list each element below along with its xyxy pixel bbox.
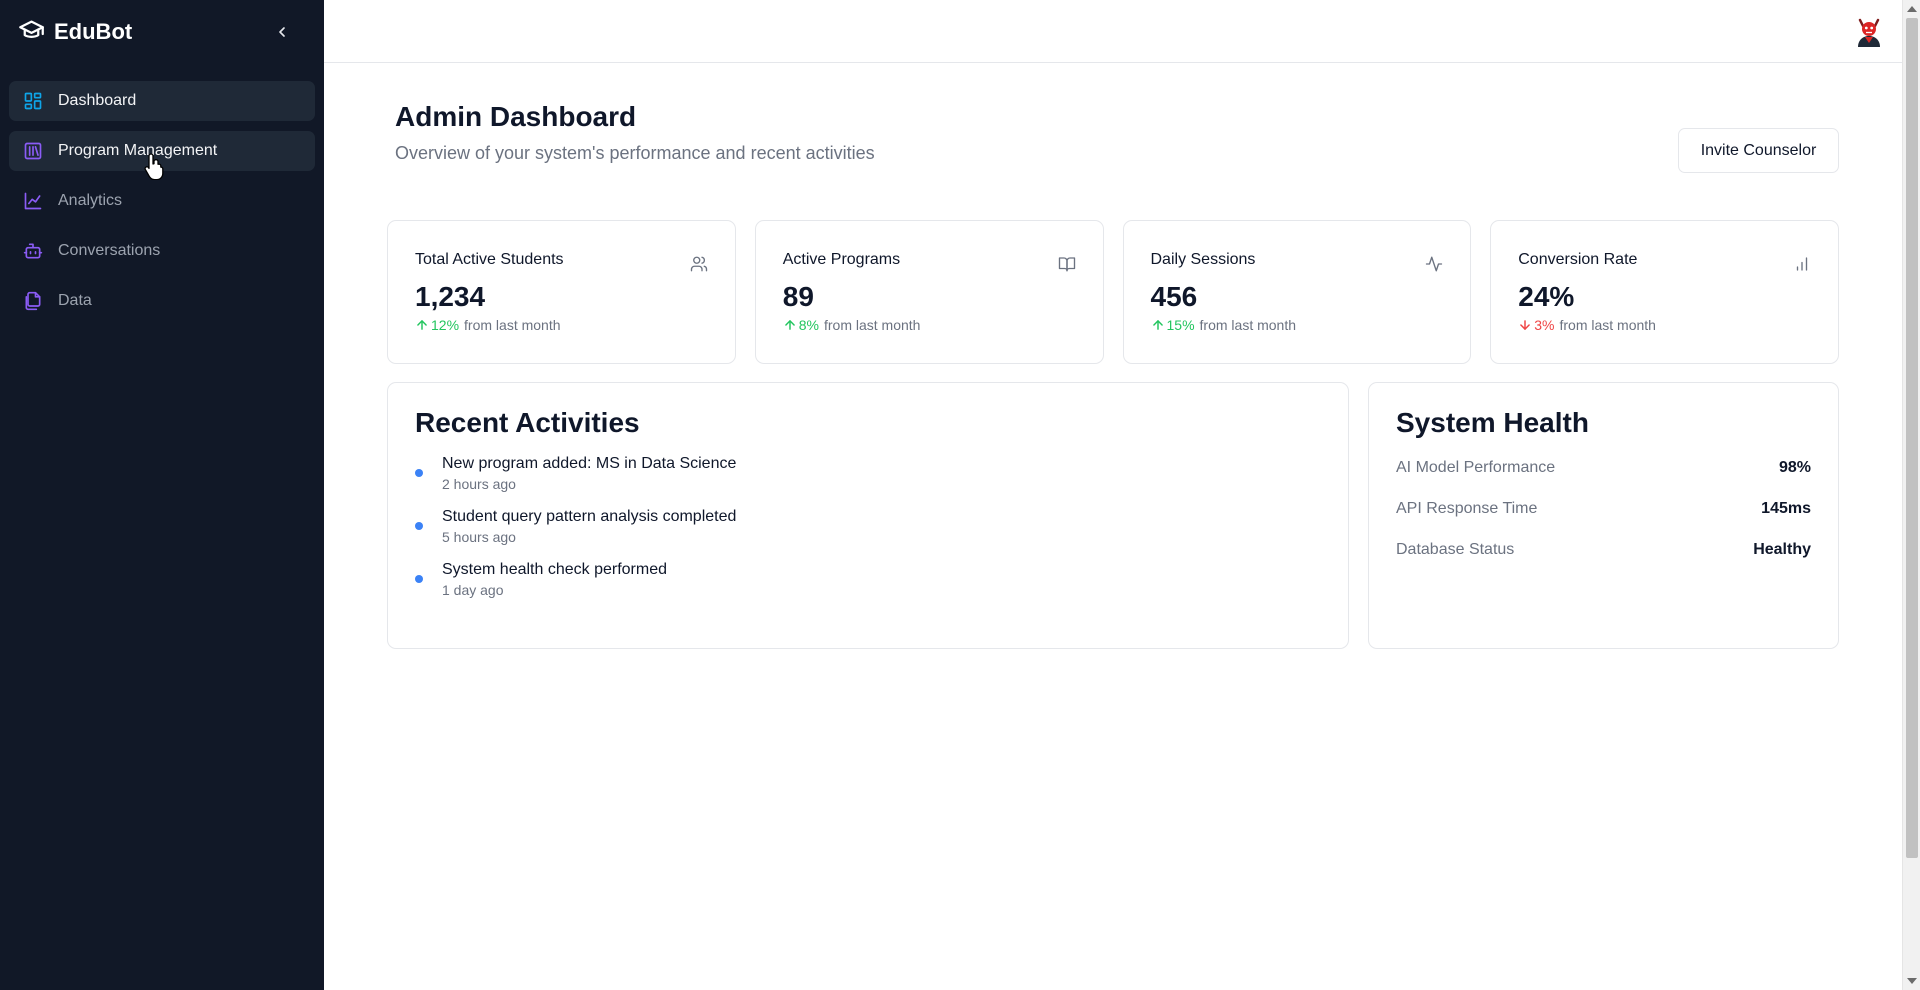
activity-time: 2 hours ago	[442, 476, 516, 492]
list-item: Student query pattern analysis completed…	[415, 508, 1321, 545]
layout-grid-icon	[24, 92, 42, 110]
vertical-scrollbar[interactable]	[1902, 0, 1920, 990]
app-name: EduBot	[54, 18, 133, 44]
health-value: 98%	[1778, 459, 1811, 476]
bullet-dot-icon	[415, 575, 423, 583]
activity-time: 5 hours ago	[442, 529, 516, 545]
users-icon	[690, 256, 707, 272]
bullet-dot-icon	[415, 522, 423, 530]
collapse-sidebar-button[interactable]	[270, 20, 294, 44]
stat-card-daily-sessions: Daily Sessions 456 15% from last month	[1122, 220, 1472, 364]
health-list: AI Model Performance 98% API Response Ti…	[1396, 459, 1811, 582]
avatar[interactable]	[1854, 16, 1884, 48]
health-label: AI Model Performance	[1396, 459, 1556, 476]
health-row: AI Model Performance 98%	[1396, 459, 1811, 500]
stat-value: 456	[1150, 281, 1198, 312]
system-health-panel: System Health AI Model Performance 98% A…	[1368, 382, 1839, 649]
stat-value: 24%	[1518, 281, 1575, 312]
bot-icon	[23, 243, 43, 259]
stat-delta-suffix: from last month	[823, 317, 921, 333]
brand: EduBot	[0, 0, 324, 63]
health-value: Healthy	[1753, 541, 1811, 558]
page-title: Admin Dashboard	[395, 101, 637, 132]
health-row: Database Status Healthy	[1396, 541, 1811, 582]
activity-list: New program added: MS in Data Science 2 …	[415, 455, 1321, 598]
sidebar-item-conversations[interactable]: Conversations	[9, 231, 315, 271]
arrow-down-icon	[1520, 320, 1531, 330]
activity-title: Student query pattern analysis completed	[442, 508, 737, 525]
activity-title: New program added: MS in Data Science	[442, 455, 737, 472]
scroll-down-arrow-icon[interactable]	[1907, 978, 1917, 984]
sidebar-item-label: Program Management	[58, 142, 218, 159]
stat-title: Conversion Rate	[1518, 251, 1638, 268]
panel-title: Recent Activities	[415, 407, 640, 438]
stat-delta: 15%	[1166, 317, 1195, 333]
list-item: New program added: MS in Data Science 2 …	[415, 455, 1321, 492]
chevron-left-icon	[279, 27, 285, 37]
stat-delta: 3%	[1534, 317, 1555, 333]
health-value: 145ms	[1761, 500, 1811, 517]
arrow-up-icon	[1152, 320, 1163, 330]
sidebar-item-label: Dashboard	[58, 92, 137, 109]
library-icon	[24, 142, 42, 160]
book-open-icon	[1058, 257, 1075, 272]
line-chart-icon	[24, 192, 42, 210]
sidebar-item-label: Data	[58, 292, 92, 309]
recent-activities-panel: Recent Activities New program added: MS …	[387, 382, 1349, 649]
stat-card-conversion-rate: Conversion Rate 24% 3% from last month	[1490, 220, 1839, 364]
arrow-up-icon	[784, 320, 795, 330]
stats-row: Total Active Students 1,234 12% from las…	[387, 220, 1839, 364]
scrollbar-thumb[interactable]	[1906, 18, 1918, 858]
panels-row: Recent Activities New program added: MS …	[387, 382, 1839, 649]
stat-delta: 8%	[798, 317, 819, 333]
topbar	[324, 0, 1902, 63]
bullet-dot-icon	[415, 469, 423, 477]
stat-delta-suffix: from last month	[1559, 317, 1656, 333]
stat-delta-suffix: from last month	[464, 317, 561, 333]
sidebar-item-dashboard[interactable]: Dashboard	[9, 81, 315, 121]
list-item: System health check performed 1 day ago	[415, 561, 1321, 598]
stat-change: 3% from last month	[1518, 317, 1811, 333]
stat-value: 89	[782, 281, 814, 312]
health-label: Database Status	[1396, 541, 1515, 558]
sidebar-item-program-management[interactable]: Program Management	[9, 131, 315, 171]
files-icon	[25, 291, 41, 311]
sidebar-item-label: Conversations	[58, 242, 161, 259]
sidebar: EduBot Dashboard Program Management Anal…	[0, 0, 324, 990]
stat-change: 8% from last month	[783, 317, 1076, 333]
stat-title: Daily Sessions	[1150, 251, 1256, 268]
page-header: Admin Dashboard Overview of your system'…	[395, 101, 875, 164]
bar-chart-icon	[1796, 257, 1808, 271]
health-row: API Response Time 145ms	[1396, 500, 1811, 541]
scroll-up-arrow-icon[interactable]	[1907, 6, 1917, 12]
activity-title: System health check performed	[442, 561, 667, 578]
stat-delta: 12%	[431, 317, 460, 333]
stat-change: 12% from last month	[415, 317, 708, 333]
stat-delta-suffix: from last month	[1199, 317, 1297, 333]
health-label: API Response Time	[1396, 500, 1538, 517]
stat-title: Active Programs	[782, 251, 901, 268]
stat-value: 1,234	[415, 281, 486, 312]
page-subtitle: Overview of your system's performance an…	[395, 143, 875, 163]
stat-change: 15% from last month	[1151, 317, 1444, 333]
sidebar-item-data[interactable]: Data	[9, 281, 315, 321]
sidebar-item-label: Analytics	[58, 192, 123, 209]
graduation-cap-icon	[18, 16, 45, 48]
activity-icon	[1426, 256, 1443, 272]
invite-counselor-button[interactable]: Invite Counselor	[1678, 128, 1839, 173]
panel-title: System Health	[1396, 407, 1589, 438]
activity-time: 1 day ago	[442, 582, 504, 598]
stat-card-active-programs: Active Programs 89 8% from last month	[754, 220, 1104, 364]
stat-title: Total Active Students	[415, 251, 564, 268]
stat-card-total-active-students: Total Active Students 1,234 12% from las…	[387, 220, 736, 364]
arrow-up-icon	[417, 320, 427, 330]
sidebar-nav: Dashboard Program Management Analytics C…	[0, 63, 324, 321]
sidebar-item-analytics[interactable]: Analytics	[9, 181, 315, 221]
